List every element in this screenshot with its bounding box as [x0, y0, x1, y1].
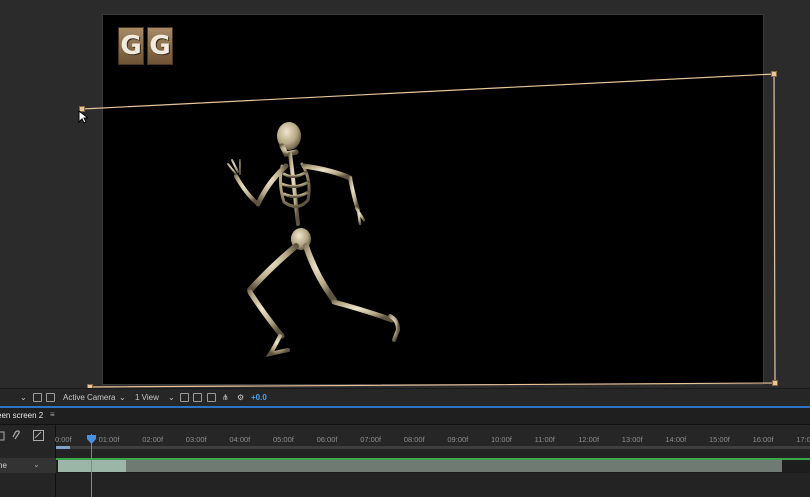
timeline-panel[interactable]: een screen 2 ≡ 0:00f 01:00f 02:00f 03:00f 04… [0, 408, 810, 497]
chevron-down-icon[interactable]: ⌄ [20, 389, 27, 407]
ruler-tick-label: 15:00f [709, 435, 730, 444]
tab-composition[interactable]: een screen 2 [0, 411, 43, 420]
composition-canvas[interactable] [102, 14, 764, 385]
ruler-tick-label: 14:00f [665, 435, 687, 444]
layer-duration-bar[interactable] [58, 460, 782, 472]
work-area-start[interactable] [56, 446, 70, 449]
fast-previews-icon[interactable] [193, 393, 202, 402]
mask-vertex-handle[interactable] [771, 71, 777, 77]
camera-dropdown[interactable]: Active Camera [63, 389, 115, 407]
chevron-down-icon[interactable]: ⌄ [168, 389, 175, 407]
viewer-toolbar: ⌄ Active Camera ⌄ 1 View ⌄ ⋔ ⚙ +0.0 [0, 388, 810, 407]
ruler-tick-label: 13:00f [621, 435, 643, 444]
layer-row-controls[interactable] [0, 458, 56, 473]
motion-blur-icon[interactable] [33, 430, 44, 441]
exposure-value[interactable]: +0.0 [251, 389, 267, 407]
graph-editor-icon[interactable] [0, 431, 6, 441]
ruler-tick-label: 08:00f [403, 435, 425, 444]
exposure-reset-icon[interactable]: ⚙ [237, 389, 244, 407]
ruler-tick-label: 03:00f [185, 435, 207, 444]
ruler-tick-label: 11:00f [534, 435, 555, 444]
ruler-tick-label: 10:00f [491, 435, 512, 444]
toggle-pixel-aspect-icon[interactable] [180, 393, 189, 402]
region-of-interest-icon[interactable] [33, 393, 42, 402]
ruler-tick-label: 05:00f [273, 435, 294, 444]
ruler-tick-label: 12:00f [578, 435, 600, 444]
logo-letter-2: G [147, 27, 173, 65]
ruler-tick-label: 02:00f [142, 435, 164, 444]
chevron-down-icon[interactable]: ⌄ [119, 389, 126, 407]
composition-viewer[interactable]: G G [0, 0, 810, 390]
timeline-tab-strip: een screen 2 ≡ [0, 408, 810, 425]
skeleton-figure [227, 122, 401, 358]
paperclip-icon[interactable] [12, 430, 22, 441]
transparency-grid-icon[interactable] [46, 393, 55, 402]
logo-letter-1: G [118, 27, 144, 65]
gg-logo: G G [118, 27, 174, 65]
ruler-tick-label: 0:00f [55, 435, 72, 444]
panel-menu-icon[interactable]: ≡ [50, 410, 55, 419]
ruler-tick-label: 06:00f [316, 435, 338, 444]
ruler-tick-label: 09:00f [447, 435, 469, 444]
chevron-down-icon[interactable]: ⌄ [33, 460, 40, 469]
flowchart-icon[interactable]: ⋔ [222, 389, 229, 407]
ruler-tick-label: 04:00f [229, 435, 251, 444]
ruler-tick-label: 01:00f [98, 435, 120, 444]
pointer-cursor-icon [78, 110, 88, 124]
ruler-tick-label: 17:00f [796, 435, 810, 444]
view-layout-dropdown[interactable]: 1 View [135, 389, 159, 407]
work-area-bar[interactable] [56, 446, 810, 449]
playhead-handle-icon[interactable] [87, 435, 96, 444]
mask-vertex-handle[interactable] [772, 380, 778, 386]
ruler-tick-label: 16:00f [752, 435, 774, 444]
timeline-icon[interactable] [207, 393, 216, 402]
layer-duration-bar-selected[interactable] [58, 460, 126, 472]
ruler-tick-label: 07:00f [360, 435, 382, 444]
layer-mode-label: ne [0, 461, 7, 470]
